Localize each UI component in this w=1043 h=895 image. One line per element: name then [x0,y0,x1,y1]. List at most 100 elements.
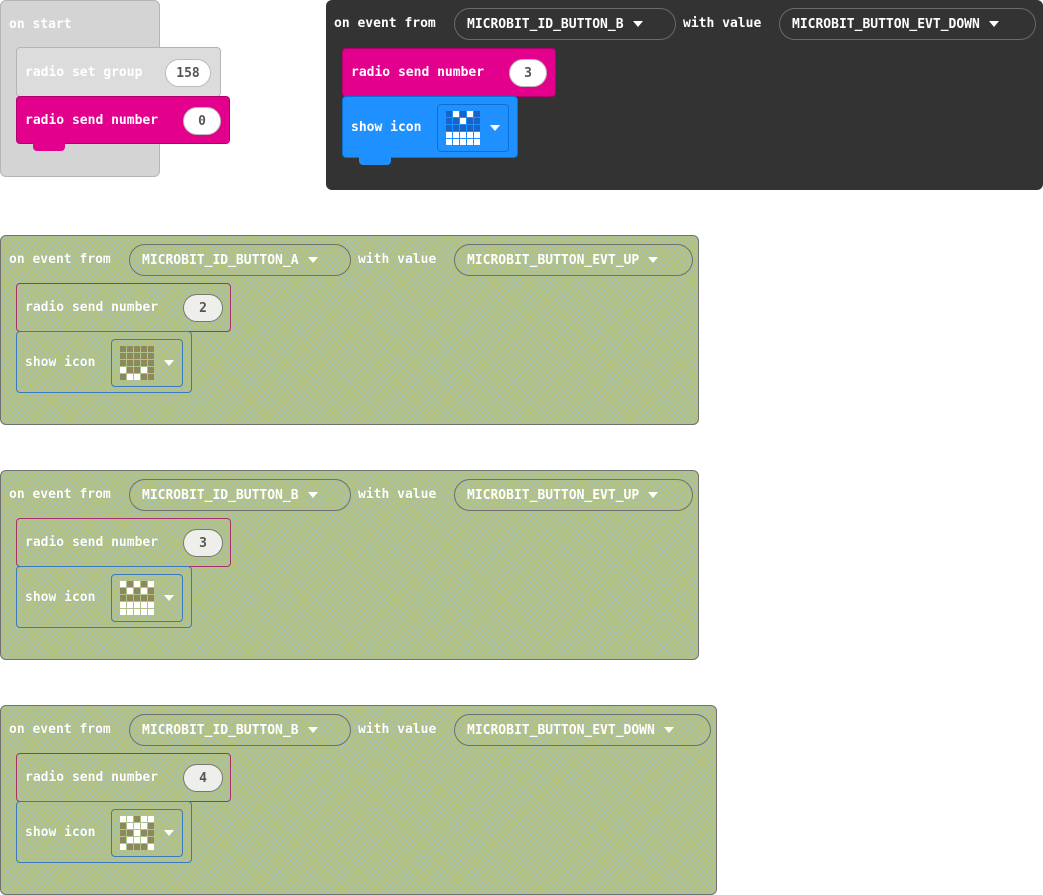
led-cell [127,360,133,366]
radio-send-number-label: radio send number [25,770,159,785]
chevron-down-icon [648,257,659,263]
event-block-button-a-up[interactable]: on event from MICROBIT_ID_BUTTON_A with … [0,235,699,425]
led-cell [134,360,140,366]
radio-send-number-label: radio send number [25,113,159,128]
led-cell [460,111,466,117]
led-cell [467,111,473,117]
with-value-label: with value [358,487,437,502]
led-cell [453,139,459,145]
led-cell [120,353,126,359]
led-cell [141,830,147,836]
group-number-value: 158 [176,65,200,81]
event-source-value: MICROBIT_ID_BUTTON_A [142,252,299,268]
radio-send-number-block[interactable]: radio send number 0 [16,96,230,151]
led-cell [120,346,126,352]
radio-send-number-block[interactable]: radio send number 3 [342,48,556,97]
chevron-down-icon [164,830,174,836]
led-cell [148,602,154,608]
led-cell [460,132,466,138]
send-number-input[interactable]: 3 [183,529,223,557]
led-cell [141,588,147,594]
icon-dropdown[interactable] [111,809,183,857]
show-icon-block[interactable]: show icon [16,566,192,628]
event-value-dropdown[interactable]: MICROBIT_BUTTON_EVT_DOWN [779,8,1036,40]
with-value-label: with value [358,252,437,267]
icon-dropdown[interactable] [111,574,183,622]
led-cell [120,816,126,822]
led-cell [127,823,133,829]
led-cell [474,132,480,138]
led-cell [120,830,126,836]
with-value-label: with value [683,16,762,31]
send-number-input[interactable]: 2 [183,294,223,322]
chevron-down-icon [164,360,174,366]
radio-set-group-label: radio set group [25,65,143,80]
event-block-button-b-down-disabled[interactable]: on event from MICROBIT_ID_BUTTON_B with … [0,705,717,895]
event-value-dropdown[interactable]: MICROBIT_BUTTON_EVT_UP [454,479,693,511]
block-notch [359,157,391,165]
send-number-input[interactable]: 4 [183,764,223,792]
led-cell [148,588,154,594]
icon-dropdown[interactable] [437,104,509,152]
send-number-input[interactable]: 0 [183,107,221,135]
led-cell [446,139,452,145]
show-icon-block[interactable]: show icon [342,96,518,165]
led-cell [141,346,147,352]
send-number-value: 3 [524,65,532,81]
show-icon-block[interactable]: show icon [16,331,192,393]
send-number-value: 3 [199,535,207,551]
event-source-dropdown[interactable]: MICROBIT_ID_BUTTON_A [129,244,351,276]
led-cell [446,118,452,124]
event-source-dropdown[interactable]: MICROBIT_ID_BUTTON_B [129,714,351,746]
led-cell [148,823,154,829]
led-cell [141,816,147,822]
radio-send-number-block[interactable]: radio send number 4 [16,753,231,802]
led-cell [127,346,133,352]
led-cell [148,609,154,615]
led-grid [120,581,154,615]
led-cell [134,353,140,359]
event-source-dropdown[interactable]: MICROBIT_ID_BUTTON_B [129,479,351,511]
led-cell [120,837,126,843]
group-number-input[interactable]: 158 [165,59,211,87]
show-icon-block[interactable]: show icon [16,801,192,863]
led-cell [467,125,473,131]
led-cell [127,816,133,822]
led-cell [141,609,147,615]
block-notch [33,143,65,151]
led-cell [134,830,140,836]
event-block-button-b-up[interactable]: on event from MICROBIT_ID_BUTTON_B with … [0,470,699,660]
led-cell [127,588,133,594]
event-value-dropdown[interactable]: MICROBIT_BUTTON_EVT_DOWN [454,714,711,746]
led-cell [120,360,126,366]
led-cell [127,581,133,587]
event-value-dropdown[interactable]: MICROBIT_BUTTON_EVT_UP [454,244,693,276]
show-icon-label: show icon [25,590,96,605]
led-cell [127,367,133,373]
event-source-dropdown[interactable]: MICROBIT_ID_BUTTON_B [454,8,676,40]
led-cell [134,837,140,843]
led-cell [148,367,154,373]
led-cell [127,374,133,380]
event-value-value: MICROBIT_BUTTON_EVT_UP [467,252,640,268]
chevron-down-icon [307,727,318,733]
radio-send-number-block[interactable]: radio send number 3 [16,518,231,567]
led-grid [120,346,154,380]
send-number-input[interactable]: 3 [509,59,547,87]
radio-send-number-block[interactable]: radio send number 2 [16,283,231,332]
icon-dropdown[interactable] [111,339,183,387]
led-cell [474,125,480,131]
led-cell [127,830,133,836]
chevron-down-icon [663,727,674,733]
event-title: on event from [9,252,111,267]
radio-set-group-block[interactable]: radio set group 158 [16,47,221,97]
show-icon-label: show icon [25,355,96,370]
led-grid [446,111,480,145]
led-cell [148,830,154,836]
led-cell [453,132,459,138]
led-cell [127,609,133,615]
led-cell [141,837,147,843]
led-cell [120,844,126,850]
led-cell [460,125,466,131]
with-value-label: with value [358,722,437,737]
